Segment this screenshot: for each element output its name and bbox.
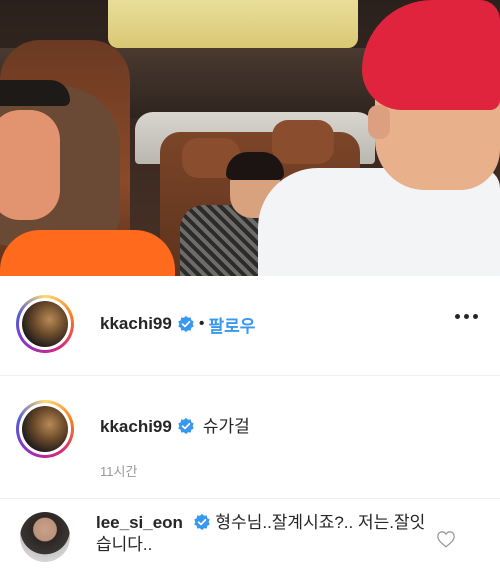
caption-username[interactable]: kkachi99 xyxy=(100,417,172,436)
child-hair xyxy=(226,152,284,180)
heart-icon[interactable] xyxy=(436,530,456,548)
header-divider xyxy=(0,375,500,376)
profile-avatar[interactable] xyxy=(16,295,74,353)
verified-badge-icon xyxy=(178,315,194,333)
post-header: kkachi99 • 팔로우 xyxy=(0,276,500,372)
avatar-border xyxy=(19,298,71,350)
verified-badge-icon xyxy=(193,513,210,531)
driver-ear xyxy=(368,105,390,139)
separator-dot: • xyxy=(198,315,205,332)
caption-line: kkachi99 슈가걸 xyxy=(100,412,250,437)
comment-username[interactable]: lee_si_eon xyxy=(96,513,183,532)
caption-avatar[interactable] xyxy=(16,400,74,458)
comment-divider xyxy=(0,498,500,499)
caption-text-area: kkachi99 슈가걸 11시간 xyxy=(100,400,250,479)
passenger-cap xyxy=(0,80,70,106)
post-video[interactable] xyxy=(0,0,500,276)
post-username[interactable]: kkachi99 xyxy=(100,314,172,334)
more-options-icon[interactable] xyxy=(455,314,478,319)
caption-timestamp[interactable]: 11시간 xyxy=(100,461,250,480)
verified-badge-icon xyxy=(178,417,194,435)
driver-cap xyxy=(362,0,500,110)
passenger-shirt xyxy=(0,230,175,276)
commenter-avatar[interactable] xyxy=(20,512,70,562)
caption-body: 슈가걸 xyxy=(202,417,250,436)
avatar-border xyxy=(19,403,71,455)
passenger-face xyxy=(0,110,60,220)
comment-text: lee_si_eon 형수님..잘계시죠?.. 저는.잘잇습니다.. xyxy=(96,512,426,562)
car-sunroof xyxy=(108,0,358,48)
rear-headrest-right xyxy=(272,120,334,164)
follow-button[interactable]: 팔로우 xyxy=(208,312,255,337)
post-caption: kkachi99 슈가걸 11시간 xyxy=(16,400,486,479)
avatar-image xyxy=(22,406,68,452)
comment-row: lee_si_eon 형수님..잘계시죠?.. 저는.잘잇습니다.. xyxy=(20,512,490,562)
avatar-image xyxy=(22,301,68,347)
